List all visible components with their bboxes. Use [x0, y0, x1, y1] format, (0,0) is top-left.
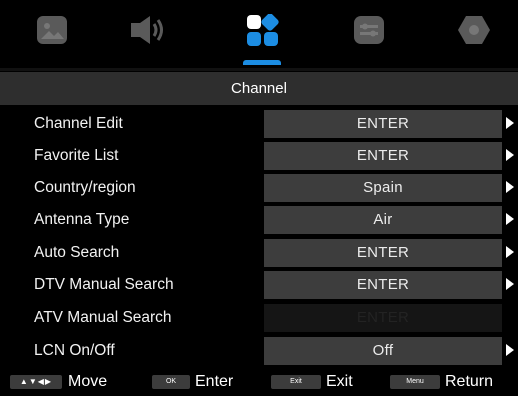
menu-row-auto-search[interactable]: Auto Search ENTER: [0, 237, 518, 268]
enter-hint: Enter: [195, 373, 234, 390]
menu-row-label: Auto Search: [34, 244, 120, 261]
arrow-right-icon: [506, 149, 514, 161]
channel-icon: [247, 14, 279, 46]
menu-row-label: DTV Manual Search: [34, 276, 174, 293]
menu-row-value-disabled: ENTER: [264, 304, 502, 332]
tab-sound[interactable]: [113, 12, 175, 64]
tab-picture[interactable]: [21, 12, 83, 64]
top-tab-bar: [0, 0, 518, 68]
picture-icon: [37, 16, 67, 44]
menu-row-dtv-manual-search[interactable]: DTV Manual Search ENTER: [0, 269, 518, 300]
setup-icon: [354, 16, 384, 44]
exit-hint: Exit: [326, 373, 353, 390]
menu-row-label: Favorite List: [34, 147, 119, 164]
menu-row-antenna-type[interactable]: Antenna Type Air: [0, 204, 518, 235]
tab-lock[interactable]: [442, 12, 504, 64]
arrow-right-icon: [506, 181, 514, 193]
ok-key-icon: OK: [152, 375, 190, 389]
menu-row-value[interactable]: ENTER: [264, 110, 502, 138]
move-hint: Move: [68, 373, 108, 390]
tab-setup[interactable]: [338, 12, 400, 64]
menu-row-value[interactable]: Spain: [264, 174, 502, 202]
menu-row-value[interactable]: ENTER: [264, 142, 502, 170]
menu-row-value[interactable]: ENTER: [264, 271, 502, 299]
menu-row-lcn-onoff[interactable]: LCN On/Off Off: [0, 335, 518, 366]
sound-icon: [131, 16, 163, 44]
move-keys-icon: ▲▼◀▶: [10, 375, 62, 389]
menu-row-value[interactable]: ENTER: [264, 239, 502, 267]
tab-channel[interactable]: [231, 12, 293, 65]
menu-row-country-region[interactable]: Country/region Spain: [0, 172, 518, 203]
menu-row-channel-edit[interactable]: Channel Edit ENTER: [0, 108, 518, 139]
menu-row-atv-manual-search: ATV Manual Search ENTER: [0, 302, 518, 333]
menu-row-label: LCN On/Off: [34, 342, 115, 359]
menu-row-label: Channel Edit: [34, 115, 123, 132]
arrow-right-icon: [506, 246, 514, 258]
page-title: Channel: [0, 72, 518, 105]
arrow-right-icon: [506, 117, 514, 129]
header-divider: [0, 68, 518, 71]
menu-row-label: Antenna Type: [34, 211, 130, 228]
lock-icon: [458, 16, 490, 44]
menu-row-favorite-list[interactable]: Favorite List ENTER: [0, 140, 518, 171]
menu-row-label: ATV Manual Search: [34, 309, 172, 326]
menu-row-value[interactable]: Off: [264, 337, 502, 365]
menu-row-label: Country/region: [34, 179, 136, 196]
arrow-right-icon: [506, 278, 514, 290]
arrow-right-icon: [506, 344, 514, 356]
return-hint: Return: [445, 373, 494, 390]
menu-key-icon: Menu: [390, 375, 440, 389]
active-tab-indicator: [243, 60, 281, 65]
footer-hint-bar: ▲▼◀▶ Move OK Enter Exit Exit Menu Return: [0, 369, 518, 396]
arrow-right-icon: [506, 213, 514, 225]
exit-key-icon: Exit: [271, 375, 321, 389]
menu-row-value[interactable]: Air: [264, 206, 502, 234]
